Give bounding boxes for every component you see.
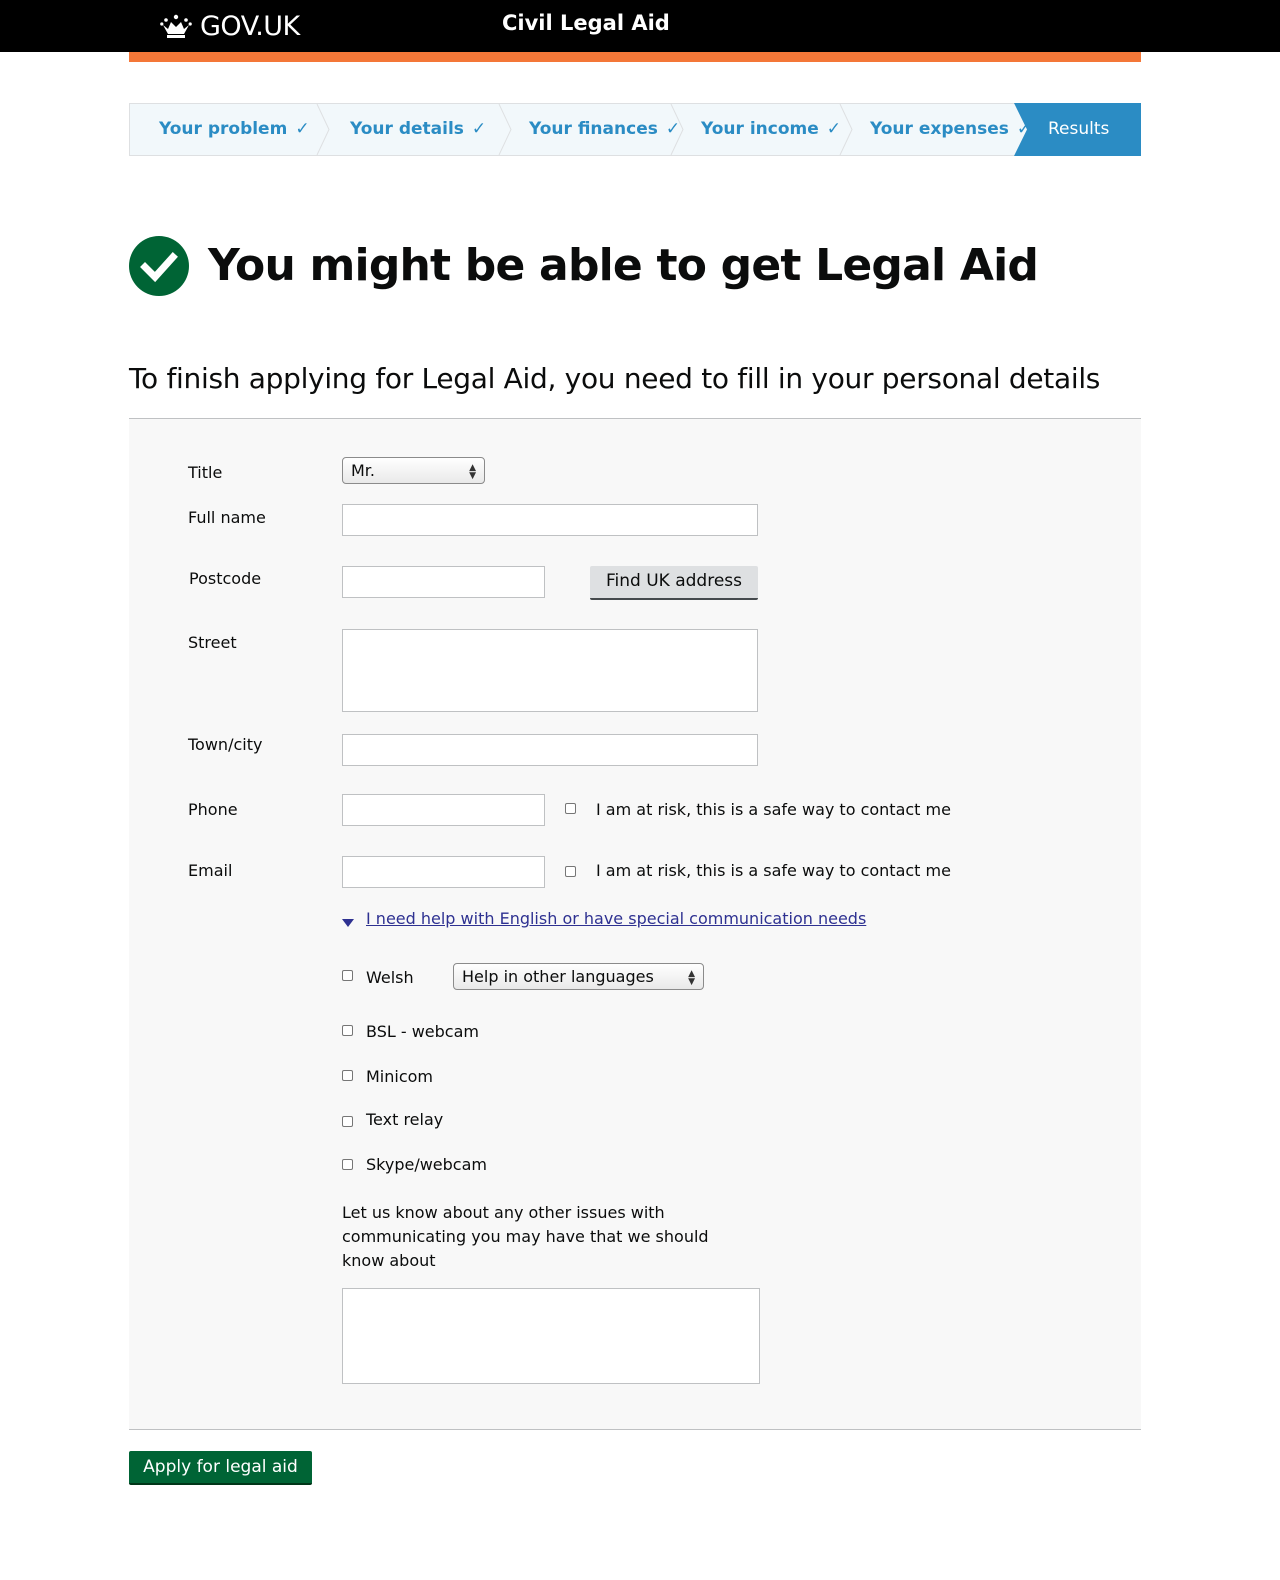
town-input[interactable] — [342, 734, 758, 766]
skype-checkbox[interactable] — [342, 1159, 353, 1170]
page-subtitle: To finish applying for Legal Aid, you ne… — [129, 362, 1101, 395]
step-results: Results — [1014, 103, 1141, 156]
fullname-label: Full name — [188, 508, 266, 527]
personal-details-form: Title Mr. ▲ ▼ Full name Postcode Find UK … — [129, 418, 1141, 1430]
other-languages-select[interactable]: Help in other languages ▲ ▼ — [453, 963, 704, 990]
step-separator — [316, 104, 330, 155]
title-label: Title — [188, 463, 223, 482]
minicom-label: Minicom — [366, 1067, 434, 1086]
postcode-input[interactable] — [342, 566, 545, 598]
step-your-income[interactable]: Your income ✓ — [701, 104, 841, 155]
other-languages-value: Help in other languages — [462, 967, 654, 986]
check-icon: ✓ — [295, 119, 310, 139]
street-label: Street — [188, 633, 237, 652]
phone-safe-label: I am at risk, this is a safe way to cont… — [596, 800, 951, 819]
page-title: You might be able to get Legal Aid — [208, 240, 1039, 291]
minicom-checkbox[interactable] — [342, 1070, 353, 1081]
step-label: Your expenses — [870, 119, 1009, 139]
phone-safe-checkbox[interactable] — [565, 803, 576, 814]
top-bar: GOV.UK Civil Legal Aid — [0, 0, 1280, 52]
welsh-checkbox[interactable] — [342, 970, 353, 981]
progress-steps: Your problem ✓ Your details ✓ Your finance… — [129, 103, 1141, 156]
bsl-checkbox[interactable] — [342, 1025, 353, 1036]
step-separator — [670, 104, 684, 155]
apply-button[interactable]: Apply for legal aid — [129, 1451, 312, 1485]
check-icon: ✓ — [471, 119, 487, 139]
header-accent-bar — [129, 52, 1141, 62]
select-arrows-icon: ▲ ▼ — [469, 463, 476, 481]
town-label: Town/city — [188, 735, 263, 754]
email-safe-label: I am at risk, this is a safe way to cont… — [596, 861, 951, 880]
step-label: Your details — [350, 119, 464, 139]
logo-text: GOV.UK — [200, 10, 300, 42]
step-your-problem[interactable]: Your problem ✓ — [159, 104, 310, 155]
text-relay-label: Text relay — [366, 1110, 444, 1129]
postcode-label: Postcode — [189, 569, 262, 588]
email-input[interactable] — [342, 856, 545, 888]
title-select-value: Mr. — [351, 461, 375, 480]
select-arrows-icon: ▲ ▼ — [688, 969, 695, 987]
expand-triangle-icon — [342, 919, 354, 927]
step-separator — [498, 104, 512, 155]
fullname-input[interactable] — [342, 504, 758, 536]
step-label: Your income — [701, 119, 819, 139]
govuk-logo[interactable]: GOV.UK — [160, 10, 300, 42]
title-select[interactable]: Mr. ▲ ▼ — [342, 457, 485, 484]
other-issues-prompt: Let us know about any other issues with … — [342, 1203, 709, 1270]
other-issues-textarea[interactable] — [342, 1288, 760, 1384]
phone-label: Phone — [188, 800, 238, 819]
phone-input[interactable] — [342, 794, 545, 826]
communication-help-link[interactable]: I need help with English or have special… — [366, 909, 866, 928]
skype-label: Skype/webcam — [366, 1155, 487, 1174]
bsl-label: BSL - webcam — [366, 1022, 479, 1041]
crown-icon — [160, 14, 192, 38]
email-safe-checkbox[interactable] — [565, 866, 576, 877]
welsh-label: Welsh — [366, 968, 414, 987]
step-your-details[interactable]: Your details ✓ — [350, 104, 486, 155]
text-relay-checkbox[interactable] — [342, 1116, 353, 1127]
step-separator — [839, 104, 853, 155]
email-label: Email — [188, 861, 233, 880]
street-textarea[interactable] — [342, 629, 758, 712]
service-name[interactable]: Civil Legal Aid — [502, 11, 670, 35]
step-your-expenses[interactable]: Your expenses ✓ — [870, 104, 1031, 155]
step-label: Your problem — [159, 119, 288, 139]
step-label: Your finances — [529, 119, 658, 139]
step-your-finances[interactable]: Your finances ✓ — [529, 104, 680, 155]
step-label: Results — [1048, 119, 1110, 139]
find-address-button[interactable]: Find UK address — [590, 566, 758, 600]
check-circle-icon — [129, 236, 189, 296]
